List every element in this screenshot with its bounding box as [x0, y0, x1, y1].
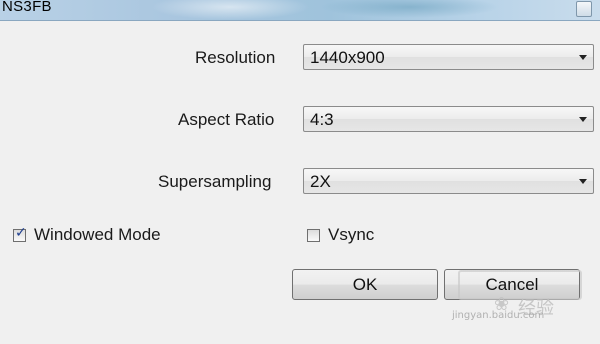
- title-bar[interactable]: NS3FB: [0, 0, 600, 21]
- chevron-down-icon: [579, 179, 587, 184]
- resolution-select[interactable]: 1440x900: [303, 44, 594, 70]
- windowed-mode-checkbox[interactable]: ✓: [13, 225, 27, 242]
- supersampling-select[interactable]: 2X: [303, 168, 594, 194]
- chevron-down-icon: [579, 55, 587, 60]
- vsync-label: Vsync: [328, 225, 375, 244]
- aspect-ratio-select[interactable]: 4:3: [303, 106, 594, 132]
- settings-dialog: NS3FB Resolution 1440x900 Aspect Ratio 4…: [0, 0, 600, 344]
- windowed-mode-label: Windowed Mode: [34, 225, 161, 244]
- title-bar-background-highlight: [150, 0, 310, 20]
- cancel-button[interactable]: Cancel: [444, 269, 580, 300]
- resolution-value: 1440x900: [310, 48, 385, 67]
- chevron-down-icon: [579, 117, 587, 122]
- window-control-icon[interactable]: [576, 1, 592, 17]
- windowed-mode-option[interactable]: ✓ Windowed Mode: [13, 225, 193, 247]
- aspect-ratio-value: 4:3: [310, 110, 334, 129]
- checkmark-icon: ✓: [15, 225, 27, 241]
- title-bar-background-shade: [320, 0, 500, 18]
- supersampling-value: 2X: [310, 172, 331, 191]
- aspect-ratio-label: Aspect Ratio: [178, 110, 275, 129]
- ok-button[interactable]: OK: [292, 269, 438, 300]
- resolution-label: Resolution: [195, 48, 276, 67]
- vsync-option[interactable]: Vsync: [307, 225, 397, 247]
- vsync-checkbox[interactable]: [307, 229, 320, 242]
- window-title: NS3FB: [2, 0, 52, 15]
- watermark-url: jingyan.baidu.com: [452, 310, 545, 321]
- supersampling-label: Supersampling: [158, 172, 272, 191]
